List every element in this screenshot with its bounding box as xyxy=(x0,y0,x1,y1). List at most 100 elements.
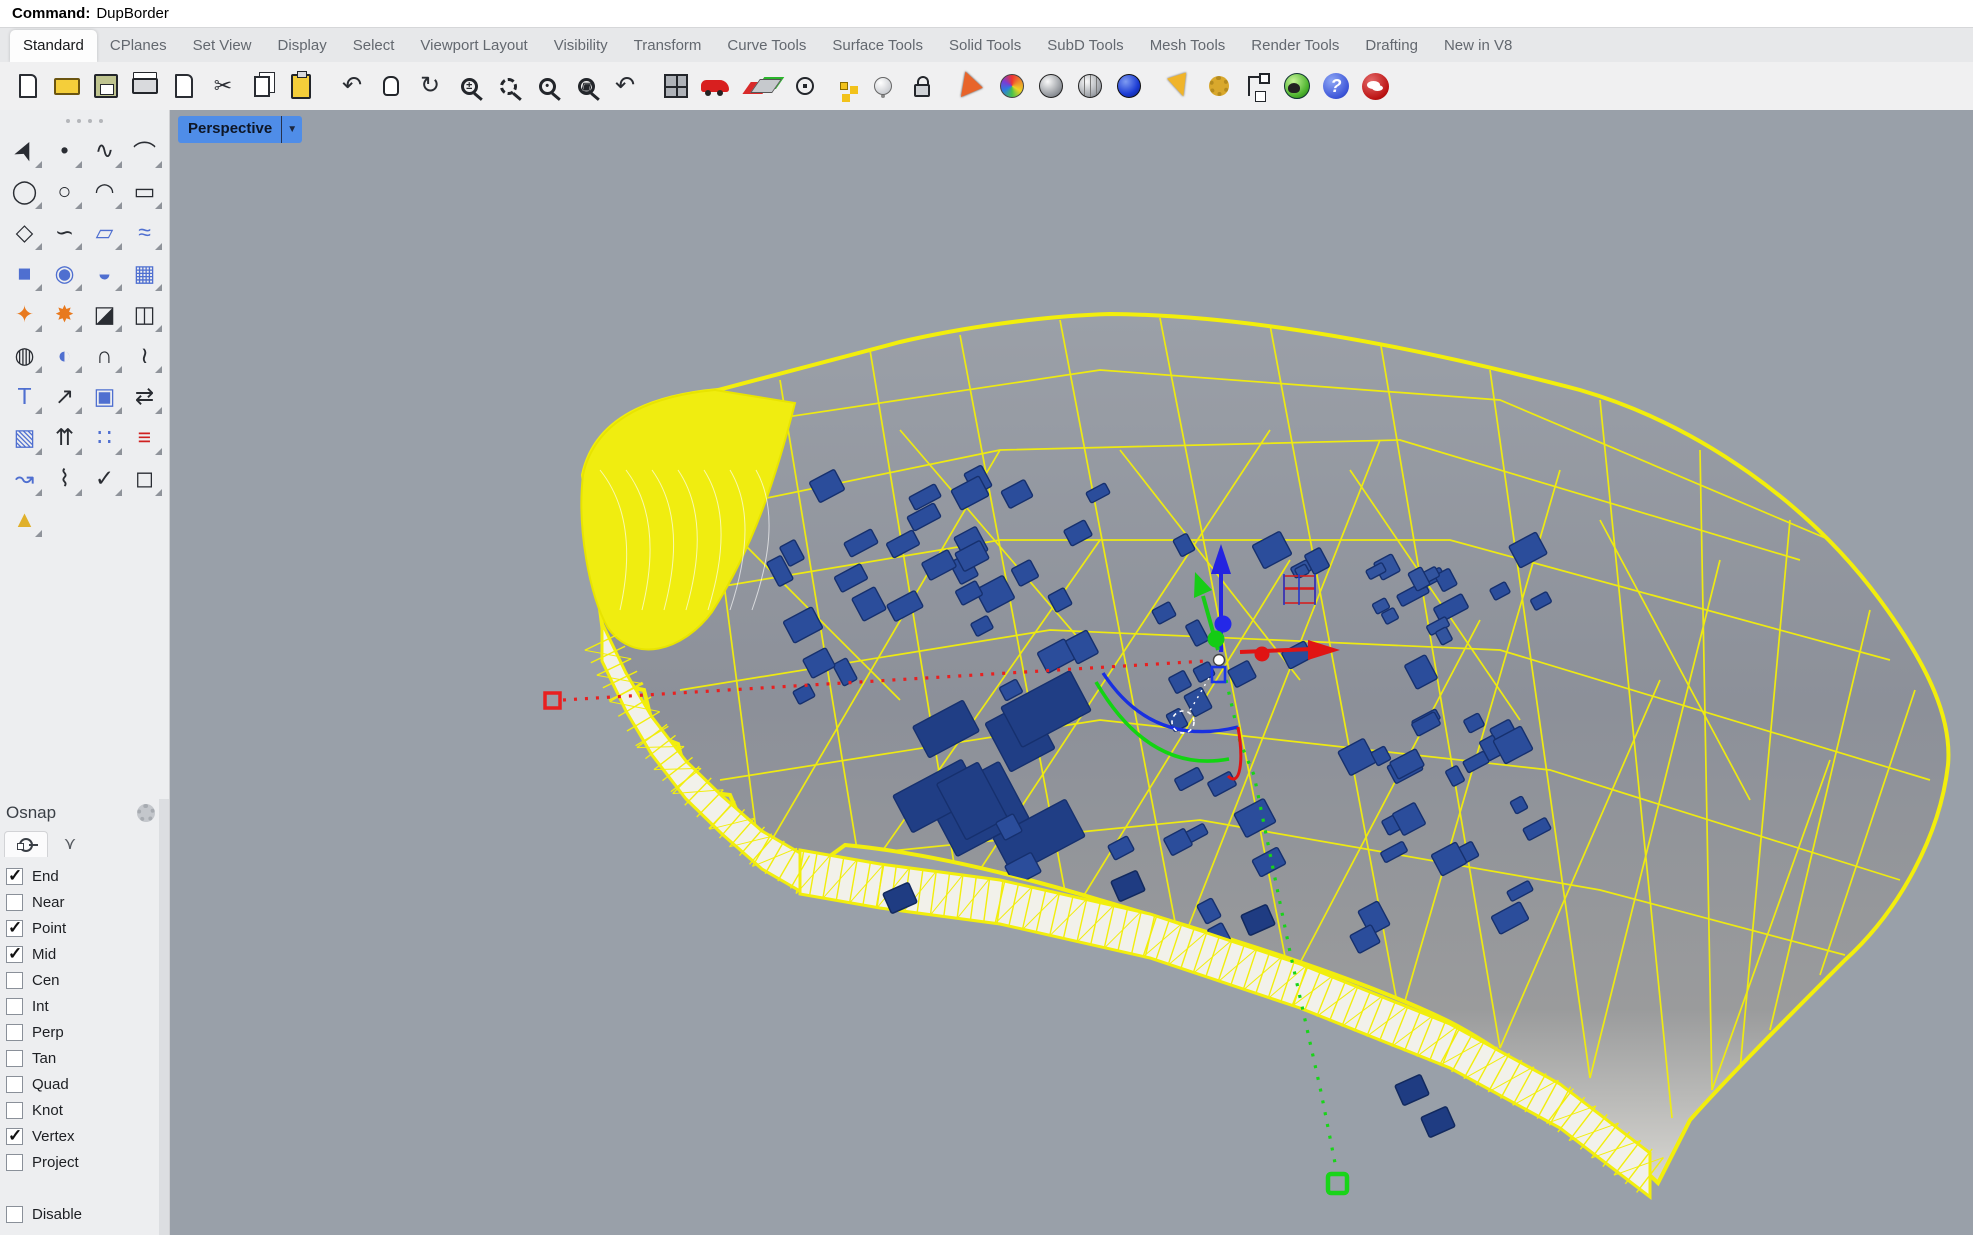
render-globe-icon[interactable] xyxy=(1279,68,1315,104)
osnap-row-disable[interactable]: Disable xyxy=(4,1201,169,1227)
color-wheel-icon[interactable] xyxy=(994,68,1030,104)
perp-checkbox[interactable] xyxy=(6,1024,23,1041)
set-cplane-icon[interactable] xyxy=(748,68,784,104)
toolbar-tab-subd-tools[interactable]: SubD Tools xyxy=(1034,30,1136,62)
tool-copy-array[interactable]: ▣ xyxy=(85,376,125,417)
tool-extrude-up[interactable]: ⇈ xyxy=(45,417,85,458)
chevron-down-icon[interactable]: ▼ xyxy=(282,116,302,143)
tan-checkbox[interactable] xyxy=(6,1050,23,1067)
tool-boolean-difference[interactable]: ◐ xyxy=(45,335,85,376)
gear-icon[interactable] xyxy=(137,804,155,822)
quad-checkbox[interactable] xyxy=(6,1076,23,1093)
toolbar-tab-display[interactable]: Display xyxy=(265,30,340,62)
tool-surface-from-points[interactable]: ▱ xyxy=(85,212,125,253)
disable-checkbox[interactable] xyxy=(6,1206,23,1223)
tool-text[interactable]: T xyxy=(5,376,45,417)
save-icon[interactable] xyxy=(88,68,124,104)
open-file-icon[interactable] xyxy=(49,68,85,104)
help-icon[interactable]: ? xyxy=(1318,68,1354,104)
tool-rectangle[interactable]: ▭ xyxy=(125,171,165,212)
toolbar-tab-drafting[interactable]: Drafting xyxy=(1352,30,1431,62)
osnap-row-near[interactable]: Near xyxy=(4,889,169,915)
osnap-row-int[interactable]: Int xyxy=(4,993,169,1019)
tool-revolve[interactable]: ◒ xyxy=(85,253,125,294)
command-bar[interactable]: Command: DupBorder xyxy=(0,0,1973,28)
tab-selection-filter[interactable]: ⋎ xyxy=(48,831,92,857)
osnap-row-cen[interactable]: Cen xyxy=(4,967,169,993)
tool-box[interactable]: ■ xyxy=(5,253,45,294)
tool-array-linear[interactable]: ≡ xyxy=(125,417,165,458)
paste-icon[interactable] xyxy=(283,68,319,104)
record-history-icon[interactable] xyxy=(1240,68,1276,104)
tab-osnap[interactable] xyxy=(4,831,48,857)
tool-split[interactable]: ◫ xyxy=(125,294,165,335)
tool-select-cursor[interactable]: ➤ xyxy=(5,130,45,171)
osnap-row-knot[interactable]: Knot xyxy=(4,1097,169,1123)
end-checkbox[interactable] xyxy=(6,868,23,885)
toolbar-tab-curve-tools[interactable]: Curve Tools xyxy=(714,30,819,62)
toolbar-tab-new-in-v8[interactable]: New in V8 xyxy=(1431,30,1525,62)
tool-bend[interactable]: ↝ xyxy=(5,458,45,499)
knot-checkbox[interactable] xyxy=(6,1102,23,1119)
near-checkbox[interactable] xyxy=(6,894,23,911)
toolbar-tab-standard[interactable]: Standard xyxy=(10,30,97,62)
rendered-viewport-icon[interactable] xyxy=(1111,68,1147,104)
tool-circle[interactable]: ◯ xyxy=(5,171,45,212)
osnap-row-project[interactable]: Project xyxy=(4,1149,169,1175)
tool-fillet-curve[interactable]: ∩ xyxy=(85,335,125,376)
point-checkbox[interactable] xyxy=(6,920,23,937)
toolbar-tab-transform[interactable]: Transform xyxy=(621,30,715,62)
tool-point[interactable]: • xyxy=(45,130,85,171)
hide-point-icon[interactable] xyxy=(787,68,823,104)
cen-checkbox[interactable] xyxy=(6,972,23,989)
export-page-icon[interactable] xyxy=(166,68,202,104)
tool-mirror[interactable]: ⇄ xyxy=(125,376,165,417)
tool-adjustable-blend[interactable]: ≀ xyxy=(125,335,165,376)
cut-icon[interactable]: ✂ xyxy=(205,68,241,104)
named-views-car-icon[interactable] xyxy=(697,68,733,104)
osnap-row-vertex[interactable]: Vertex xyxy=(4,1123,169,1149)
toolbar-tab-select[interactable]: Select xyxy=(340,30,408,62)
zoom-extents-icon[interactable]: ▣ xyxy=(568,68,604,104)
lock-objects-icon[interactable] xyxy=(904,68,940,104)
zoom-selected-icon[interactable]: • xyxy=(529,68,565,104)
options-gears-icon[interactable] xyxy=(1201,68,1237,104)
toolbar-tab-render-tools[interactable]: Render Tools xyxy=(1238,30,1352,62)
tool-check[interactable]: ✓ xyxy=(85,458,125,499)
tool-array-grid[interactable]: ∷ xyxy=(85,417,125,458)
toolbar-tab-cplanes[interactable]: CPlanes xyxy=(97,30,180,62)
tool-curve-tools[interactable]: ⌒ xyxy=(125,130,165,171)
undo-view-icon[interactable]: ↶ xyxy=(607,68,643,104)
show-objects-lamp-icon[interactable] xyxy=(865,68,901,104)
toolbar-tab-set-view[interactable]: Set View xyxy=(180,30,265,62)
zoom-dynamic-icon[interactable]: ± xyxy=(451,68,487,104)
project-checkbox[interactable] xyxy=(6,1154,23,1171)
tool-curve-control-points[interactable]: ∿ xyxy=(85,130,125,171)
shaded-viewport-icon[interactable] xyxy=(1033,68,1069,104)
layer-cake-icon[interactable] xyxy=(955,68,991,104)
tool-puzzle[interactable]: ✦ xyxy=(5,294,45,335)
tool-surface-wave[interactable]: ≈ xyxy=(125,212,165,253)
print-icon[interactable] xyxy=(127,68,163,104)
tool-sphere[interactable]: ◉ xyxy=(45,253,85,294)
osnap-row-end[interactable]: End xyxy=(4,863,169,889)
rotate-view-icon[interactable]: ↻ xyxy=(412,68,448,104)
undo-icon[interactable]: ↶ xyxy=(334,68,370,104)
ghosted-viewport-icon[interactable] xyxy=(1072,68,1108,104)
osnap-row-point[interactable]: Point xyxy=(4,915,169,941)
tool-gray-box[interactable]: ◻ xyxy=(125,458,165,499)
sidebar-grip[interactable] xyxy=(0,114,169,128)
select-points-icon[interactable] xyxy=(826,68,862,104)
selection-filter-cone-icon[interactable] xyxy=(1162,68,1198,104)
osnap-row-perp[interactable]: Perp xyxy=(4,1019,169,1045)
tool-ellipse[interactable]: ○ xyxy=(45,171,85,212)
tool-arc[interactable]: ◠ xyxy=(85,171,125,212)
pan-icon[interactable] xyxy=(373,68,409,104)
int-checkbox[interactable] xyxy=(6,998,23,1015)
tool-curve-blend[interactable]: ∽ xyxy=(45,212,85,253)
zoom-window-icon[interactable] xyxy=(490,68,526,104)
viewport-layout-icon[interactable] xyxy=(658,68,694,104)
copy-icon[interactable] xyxy=(244,68,280,104)
new-file-icon[interactable] xyxy=(10,68,46,104)
toolbar-tab-visibility[interactable]: Visibility xyxy=(541,30,621,62)
